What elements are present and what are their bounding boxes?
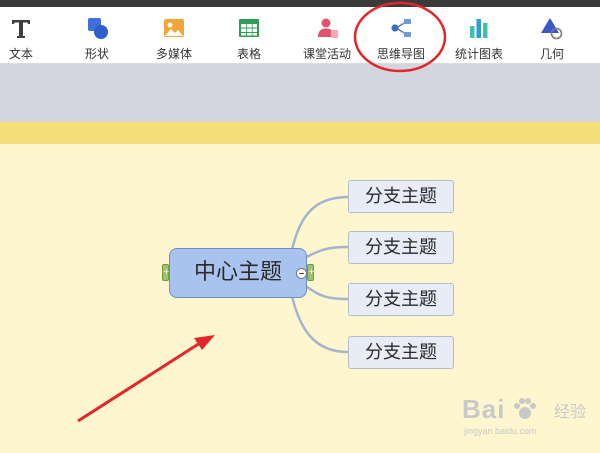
presentation-editor: 文本 形状 多媒体 表格 课堂活动 思维导图 统计图表 几何 中心主题 + + … bbox=[0, 0, 600, 453]
central-topic-node[interactable]: 中心主题 bbox=[169, 248, 307, 298]
toolbar-geometry-button[interactable]: 几何 bbox=[534, 9, 570, 63]
toolbar-geometry-label: 几何 bbox=[539, 47, 564, 61]
collapse-toggle-icon[interactable] bbox=[296, 268, 307, 279]
baidu-jingyan-watermark: Bai 经验 jingyan.baidu.com bbox=[462, 392, 592, 442]
right-add-handle[interactable]: + bbox=[307, 264, 315, 281]
watermark-site: jingyan.baidu.com bbox=[464, 426, 537, 436]
shape-icon bbox=[88, 18, 108, 39]
watermark-brand-suffix: 经验 bbox=[554, 402, 587, 421]
paw-logo-icon bbox=[514, 398, 536, 419]
geometry-icon bbox=[541, 18, 563, 40]
toolbar-classroom-activity-label: 课堂活动 bbox=[302, 47, 351, 61]
window-top-strip bbox=[0, 0, 600, 7]
branch-topic-node-2[interactable]: 分支主题 bbox=[348, 231, 454, 264]
toolbar-chart-label: 统计图表 bbox=[454, 47, 503, 61]
toolbar-shape-label: 形状 bbox=[84, 47, 109, 61]
mindmap-icon bbox=[391, 19, 411, 37]
left-add-handle[interactable]: + bbox=[162, 264, 170, 281]
toolbar-shape-button[interactable]: 形状 bbox=[76, 9, 118, 63]
toolbar-multimedia-button[interactable]: 多媒体 bbox=[151, 9, 197, 63]
toolbar-table-button[interactable]: 表格 bbox=[230, 9, 268, 63]
toolbar-mindmap-label: 思维导图 bbox=[376, 47, 425, 61]
watermark-brand: Bai bbox=[462, 394, 506, 424]
branch-topic-node-1[interactable]: 分支主题 bbox=[348, 180, 454, 213]
branch-topic-node-3[interactable]: 分支主题 bbox=[348, 283, 454, 316]
branch-topic-node-4[interactable]: 分支主题 bbox=[348, 336, 454, 369]
toolbar-text-label: 文本 bbox=[8, 47, 33, 61]
text-icon bbox=[12, 20, 30, 38]
table-icon bbox=[239, 19, 259, 37]
image-icon bbox=[164, 19, 184, 37]
toolbar-multimedia-label: 多媒体 bbox=[155, 47, 192, 61]
bar-chart-icon bbox=[470, 19, 488, 38]
toolbar-mindmap-button[interactable]: 思维导图 bbox=[372, 9, 430, 63]
toolbar-chart-button[interactable]: 统计图表 bbox=[450, 9, 508, 63]
toolbar-classroom-activity-button[interactable]: 课堂活动 bbox=[298, 9, 356, 63]
ribbon-area bbox=[0, 64, 600, 122]
toolbar-table-label: 表格 bbox=[236, 47, 261, 61]
classroom-activity-icon bbox=[318, 18, 338, 38]
slide-top-band bbox=[0, 122, 600, 144]
toolbar-text-button[interactable]: 文本 bbox=[2, 9, 40, 63]
insert-toolbar: 文本 形状 多媒体 表格 课堂活动 思维导图 统计图表 几何 bbox=[0, 7, 600, 64]
